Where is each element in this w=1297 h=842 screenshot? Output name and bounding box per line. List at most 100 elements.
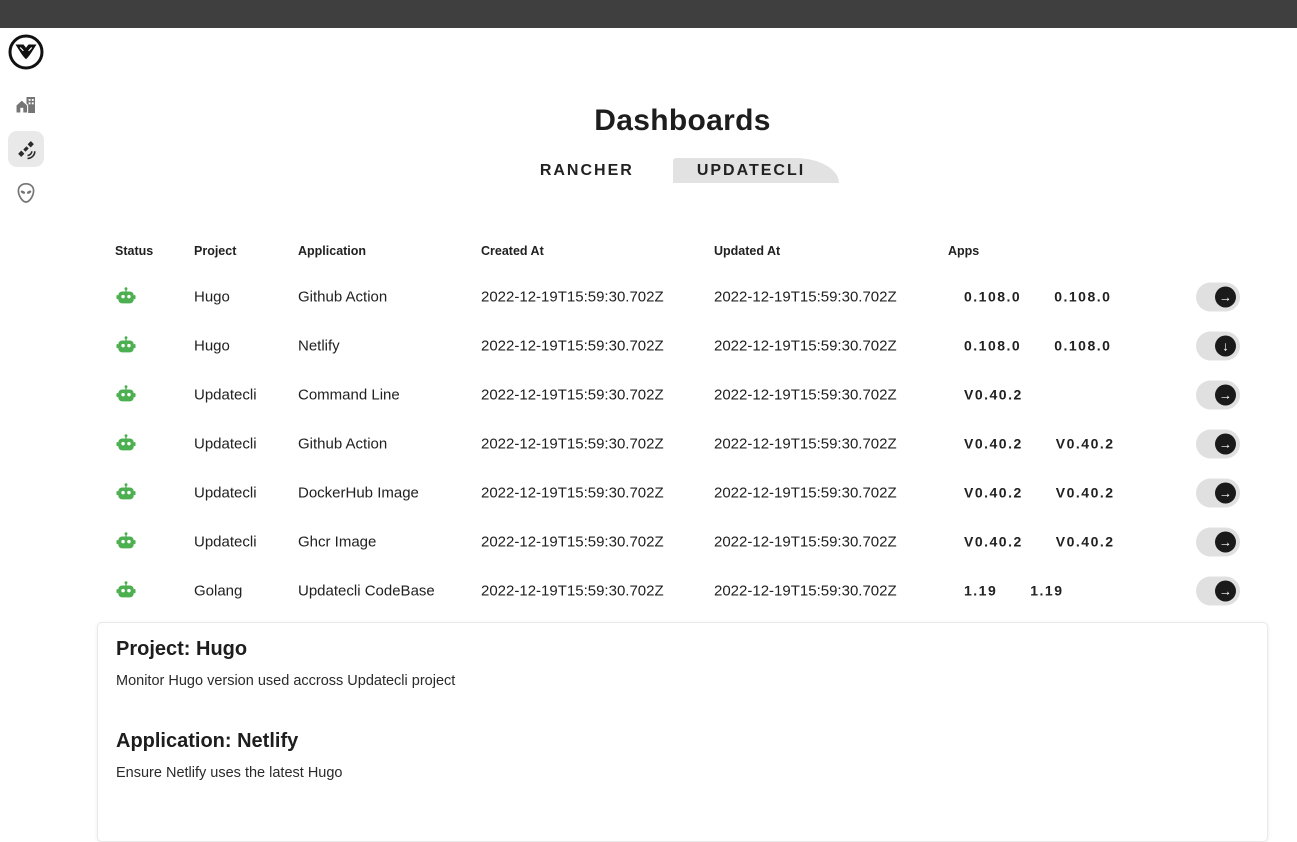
table-row: Golang Updatecli CodeBase 2022-12-19T15:… bbox=[97, 566, 1240, 615]
application-cell: Github Action bbox=[298, 435, 387, 452]
column-header-updated-at: Updated At bbox=[714, 244, 780, 258]
app-version-chip: V0.40.2 bbox=[1049, 533, 1122, 549]
detail-application-description: Ensure Netlify uses the latest Hugo bbox=[116, 765, 1249, 781]
pipeline-detail-card: Project: Hugo Monitor Hugo version used … bbox=[97, 622, 1268, 842]
versions-cell: V0.40.2 V0.40.2 bbox=[957, 533, 1122, 550]
expand-row-button[interactable]: → bbox=[1196, 282, 1240, 311]
tab-rancher[interactable]: RANCHER bbox=[526, 158, 648, 183]
action-cell: ↓ bbox=[1196, 331, 1240, 360]
app-version-chip: V0.40.2 bbox=[957, 435, 1030, 451]
expand-row-button[interactable]: → bbox=[1196, 527, 1240, 556]
robot-success-icon bbox=[115, 433, 137, 455]
collapse-row-button[interactable]: ↓ bbox=[1196, 331, 1240, 360]
robot-success-icon bbox=[115, 482, 137, 504]
status-cell bbox=[115, 335, 137, 357]
sidebar-item-home[interactable] bbox=[8, 87, 44, 123]
app-version-chip: V0.40.2 bbox=[957, 484, 1030, 500]
application-cell: DockerHub Image bbox=[298, 484, 419, 501]
application-cell: Command Line bbox=[298, 386, 400, 403]
expand-row-button[interactable]: → bbox=[1196, 429, 1240, 458]
detail-application-title: Application: Netlify bbox=[116, 730, 1249, 753]
tab-updatecli[interactable]: UPDATECLI bbox=[673, 158, 839, 183]
app-version-chip: V0.40.2 bbox=[1049, 484, 1122, 500]
updated-at-cell: 2022-12-19T15:59:30.702Z bbox=[714, 435, 897, 452]
table-row: Updatecli Ghcr Image 2022-12-19T15:59:30… bbox=[97, 517, 1240, 566]
created-at-cell: 2022-12-19T15:59:30.702Z bbox=[481, 435, 664, 452]
table-body: Hugo Github Action 2022-12-19T15:59:30.7… bbox=[97, 272, 1240, 615]
robot-success-icon bbox=[115, 286, 137, 308]
versions-cell: 1.19 1.19 bbox=[957, 582, 1071, 599]
created-at-cell: 2022-12-19T15:59:30.702Z bbox=[481, 337, 664, 354]
arrow-right-icon: → bbox=[1215, 580, 1236, 601]
action-cell: → bbox=[1196, 527, 1240, 556]
pipelines-table: Status Project Application Created At Up… bbox=[97, 244, 1240, 615]
versions-cell: V0.40.2 bbox=[957, 386, 1030, 403]
app-version-chip: 0.108.0 bbox=[957, 337, 1028, 353]
app-version-chip: 0.108.0 bbox=[1047, 288, 1118, 304]
status-cell bbox=[115, 580, 137, 602]
action-cell: → bbox=[1196, 429, 1240, 458]
satellite-icon bbox=[14, 137, 38, 161]
arrow-down-icon: ↓ bbox=[1215, 335, 1236, 356]
arrow-right-icon: → bbox=[1215, 482, 1236, 503]
table-row: Updatecli Command Line 2022-12-19T15:59:… bbox=[97, 370, 1240, 419]
created-at-cell: 2022-12-19T15:59:30.702Z bbox=[481, 386, 664, 403]
created-at-cell: 2022-12-19T15:59:30.702Z bbox=[481, 288, 664, 305]
robot-success-icon bbox=[115, 335, 137, 357]
action-cell: → bbox=[1196, 576, 1240, 605]
sidebar bbox=[0, 28, 52, 813]
updatecli-logo[interactable] bbox=[8, 34, 44, 70]
arrow-right-icon: → bbox=[1215, 531, 1236, 552]
column-header-application: Application bbox=[298, 244, 366, 258]
status-cell bbox=[115, 384, 137, 406]
column-header-apps: Apps bbox=[948, 244, 979, 258]
table-row: Updatecli DockerHub Image 2022-12-19T15:… bbox=[97, 468, 1240, 517]
expand-row-button[interactable]: → bbox=[1196, 380, 1240, 409]
updated-at-cell: 2022-12-19T15:59:30.702Z bbox=[714, 484, 897, 501]
project-cell: Golang bbox=[194, 582, 242, 599]
action-cell: → bbox=[1196, 282, 1240, 311]
top-app-bar bbox=[0, 0, 1297, 28]
app-version-chip: 1.19 bbox=[1023, 582, 1070, 598]
robot-success-icon bbox=[115, 531, 137, 553]
table-row: Hugo Netlify 2022-12-19T15:59:30.702Z 20… bbox=[97, 321, 1240, 370]
project-cell: Updatecli bbox=[194, 386, 257, 403]
versions-cell: V0.40.2 V0.40.2 bbox=[957, 435, 1122, 452]
column-header-created-at: Created At bbox=[481, 244, 544, 258]
sidebar-item-dashboards[interactable] bbox=[8, 131, 44, 167]
app-version-chip: V0.40.2 bbox=[957, 533, 1030, 549]
versions-cell: 0.108.0 0.108.0 bbox=[957, 288, 1118, 305]
page-title: Dashboards bbox=[97, 104, 1268, 138]
app-version-chip: 1.19 bbox=[957, 582, 1004, 598]
detail-project-description: Monitor Hugo version used accross Update… bbox=[116, 673, 1249, 689]
application-cell: Github Action bbox=[298, 288, 387, 305]
robot-success-icon bbox=[115, 384, 137, 406]
application-cell: Updatecli CodeBase bbox=[298, 582, 435, 599]
status-cell bbox=[115, 433, 137, 455]
home-city-icon bbox=[14, 93, 38, 117]
action-cell: → bbox=[1196, 478, 1240, 507]
app-version-chip: V0.40.2 bbox=[1049, 435, 1122, 451]
detail-project-title: Project: Hugo bbox=[116, 638, 1249, 661]
expand-row-button[interactable]: → bbox=[1196, 576, 1240, 605]
arrow-right-icon: → bbox=[1215, 384, 1236, 405]
application-cell: Netlify bbox=[298, 337, 340, 354]
app-version-chip: 0.108.0 bbox=[1047, 337, 1118, 353]
versions-cell: V0.40.2 V0.40.2 bbox=[957, 484, 1122, 501]
sidebar-item-alien[interactable] bbox=[8, 175, 44, 211]
created-at-cell: 2022-12-19T15:59:30.702Z bbox=[481, 582, 664, 599]
status-cell bbox=[115, 531, 137, 553]
created-at-cell: 2022-12-19T15:59:30.702Z bbox=[481, 484, 664, 501]
updated-at-cell: 2022-12-19T15:59:30.702Z bbox=[714, 582, 897, 599]
project-cell: Updatecli bbox=[194, 533, 257, 550]
table-row: Updatecli Github Action 2022-12-19T15:59… bbox=[97, 419, 1240, 468]
app-version-chip: 0.108.0 bbox=[957, 288, 1028, 304]
project-cell: Updatecli bbox=[194, 435, 257, 452]
arrow-right-icon: → bbox=[1215, 286, 1236, 307]
app-version-chip: V0.40.2 bbox=[957, 386, 1030, 402]
project-cell: Updatecli bbox=[194, 484, 257, 501]
table-row: Hugo Github Action 2022-12-19T15:59:30.7… bbox=[97, 272, 1240, 321]
table-header-row: Status Project Application Created At Up… bbox=[97, 244, 1240, 266]
arrow-right-icon: → bbox=[1215, 433, 1236, 454]
expand-row-button[interactable]: → bbox=[1196, 478, 1240, 507]
